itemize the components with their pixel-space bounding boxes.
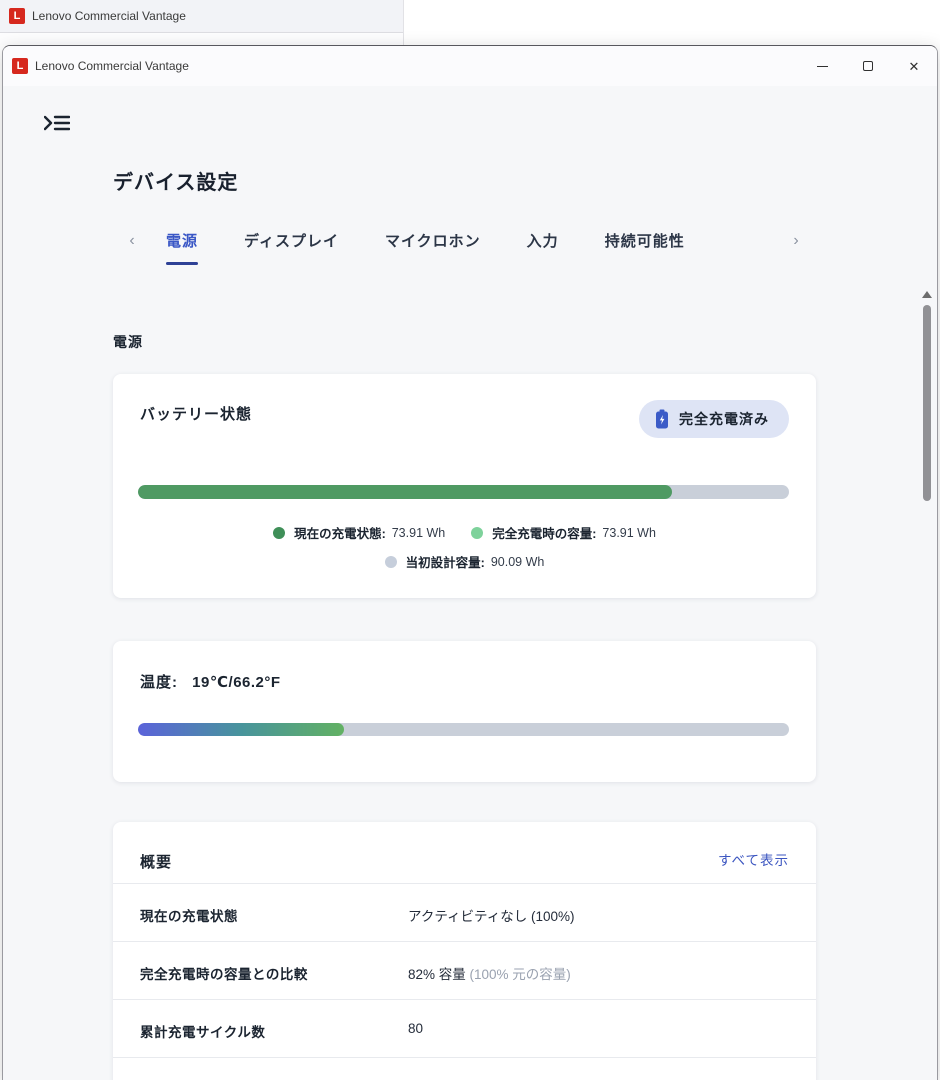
section-label-power: 電源	[113, 332, 143, 352]
menu-expand-button[interactable]	[44, 110, 74, 136]
tab-display[interactable]: ディスプレイ	[221, 226, 362, 263]
legend-dot-dark-green	[273, 527, 285, 539]
background-window[interactable]: L Lenovo Commercial Vantage	[0, 0, 404, 45]
chevron-right-icon: ›	[793, 232, 798, 249]
battery-progress-fill	[138, 485, 672, 499]
temperature-value: 19℃/66.2°F	[192, 674, 280, 691]
battery-legend-row: 現在の充電状態: 73.91 Wh 完全充電時の容量: 73.91 Wh	[113, 523, 816, 542]
legend-full-charge-capacity: 完全充電時の容量: 73.91 Wh	[471, 523, 656, 542]
summary-rows: 現在の充電状態 アクティビティなし (100%) 完全充電時の容量との比較 82…	[113, 884, 816, 1080]
temperature-fill	[138, 723, 344, 736]
tab-sustainability[interactable]: 持続可能性	[582, 226, 708, 263]
fully-charged-badge: 完全充電済み	[639, 400, 789, 438]
minimize-button[interactable]	[799, 46, 845, 86]
tab-power[interactable]: 電源	[143, 226, 221, 265]
summary-card: 概要 すべて表示 現在の充電状態 アクティビティなし (100%) 完全充電時の…	[113, 822, 816, 1080]
window-controls: ✕	[799, 46, 937, 86]
tab-input[interactable]: 入力	[504, 226, 582, 263]
battery-status-card: バッテリー状態 完全充電済み 現在の充電状態: 7	[113, 374, 816, 598]
secondary-value: (100% 元の容量)	[470, 967, 571, 982]
table-row: バッテリーの性質 リチウムポリマー	[113, 1058, 816, 1080]
tabs-scroll-right-button[interactable]: ›	[785, 226, 807, 250]
titlebar[interactable]: L Lenovo Commercial Vantage ✕	[3, 46, 937, 86]
lenovo-logo-icon: L	[12, 58, 28, 74]
battery-card-title: バッテリー状態	[140, 403, 252, 424]
legend-dot-light-green	[471, 527, 483, 539]
battery-legend-row: 当初設計容量: 90.09 Wh	[113, 552, 816, 571]
legend-dot-gray	[385, 556, 397, 568]
table-row: 累計充電サイクル数 80	[113, 1000, 816, 1058]
table-row: 現在の充電状態 アクティビティなし (100%)	[113, 884, 816, 942]
battery-icon	[655, 409, 669, 429]
minimize-icon	[817, 66, 828, 67]
summary-header: 概要 すべて表示	[113, 822, 816, 884]
chevron-left-icon: ‹	[129, 232, 134, 249]
lenovo-logo-icon: L	[9, 8, 25, 24]
badge-label: 完全充電済み	[679, 409, 769, 429]
tab-microphone[interactable]: マイクロホン	[362, 226, 504, 263]
summary-title: 概要	[140, 851, 172, 872]
background-window-title: Lenovo Commercial Vantage	[32, 9, 186, 23]
temperature-track	[138, 723, 789, 736]
menu-expand-icon	[44, 113, 70, 133]
page-title: デバイス設定	[113, 166, 238, 195]
scrollbar-up-arrow[interactable]	[922, 291, 932, 298]
maximize-button[interactable]	[845, 46, 891, 86]
desktop: L Lenovo Commercial Vantage L Lenovo Com…	[0, 0, 940, 1080]
scrollbar-thumb[interactable]	[923, 305, 931, 501]
temperature-readout: 温度: 19℃/66.2°F	[140, 671, 281, 692]
table-row: 完全充電時の容量との比較 82% 容量 (100% 元の容量)	[113, 942, 816, 1000]
tabs-scroll-left-button[interactable]: ‹	[121, 226, 143, 250]
tab-bar: ‹ 電源 ディスプレイ マイクロホン 入力 持続可能性 ›	[121, 226, 807, 268]
close-icon: ✕	[909, 60, 920, 73]
close-button[interactable]: ✕	[891, 46, 937, 86]
temperature-card: 温度: 19℃/66.2°F	[113, 641, 816, 782]
battery-progress-track	[138, 485, 789, 499]
lenovo-vantage-window: L Lenovo Commercial Vantage ✕ デバイス設定 ‹	[2, 45, 938, 1080]
legend-current-charge: 現在の充電状態: 73.91 Wh	[273, 523, 445, 542]
maximize-icon	[863, 61, 873, 71]
window-title: Lenovo Commercial Vantage	[35, 59, 189, 73]
legend-design-capacity: 当初設計容量: 90.09 Wh	[385, 552, 545, 571]
background-window-titlebar[interactable]: L Lenovo Commercial Vantage	[0, 0, 403, 33]
content-area: デバイス設定 ‹ 電源 ディスプレイ マイクロホン 入力 持続可能性 › 電源 …	[3, 86, 937, 1080]
scrollbar[interactable]	[921, 291, 933, 991]
show-all-link[interactable]: すべて表示	[718, 849, 789, 869]
